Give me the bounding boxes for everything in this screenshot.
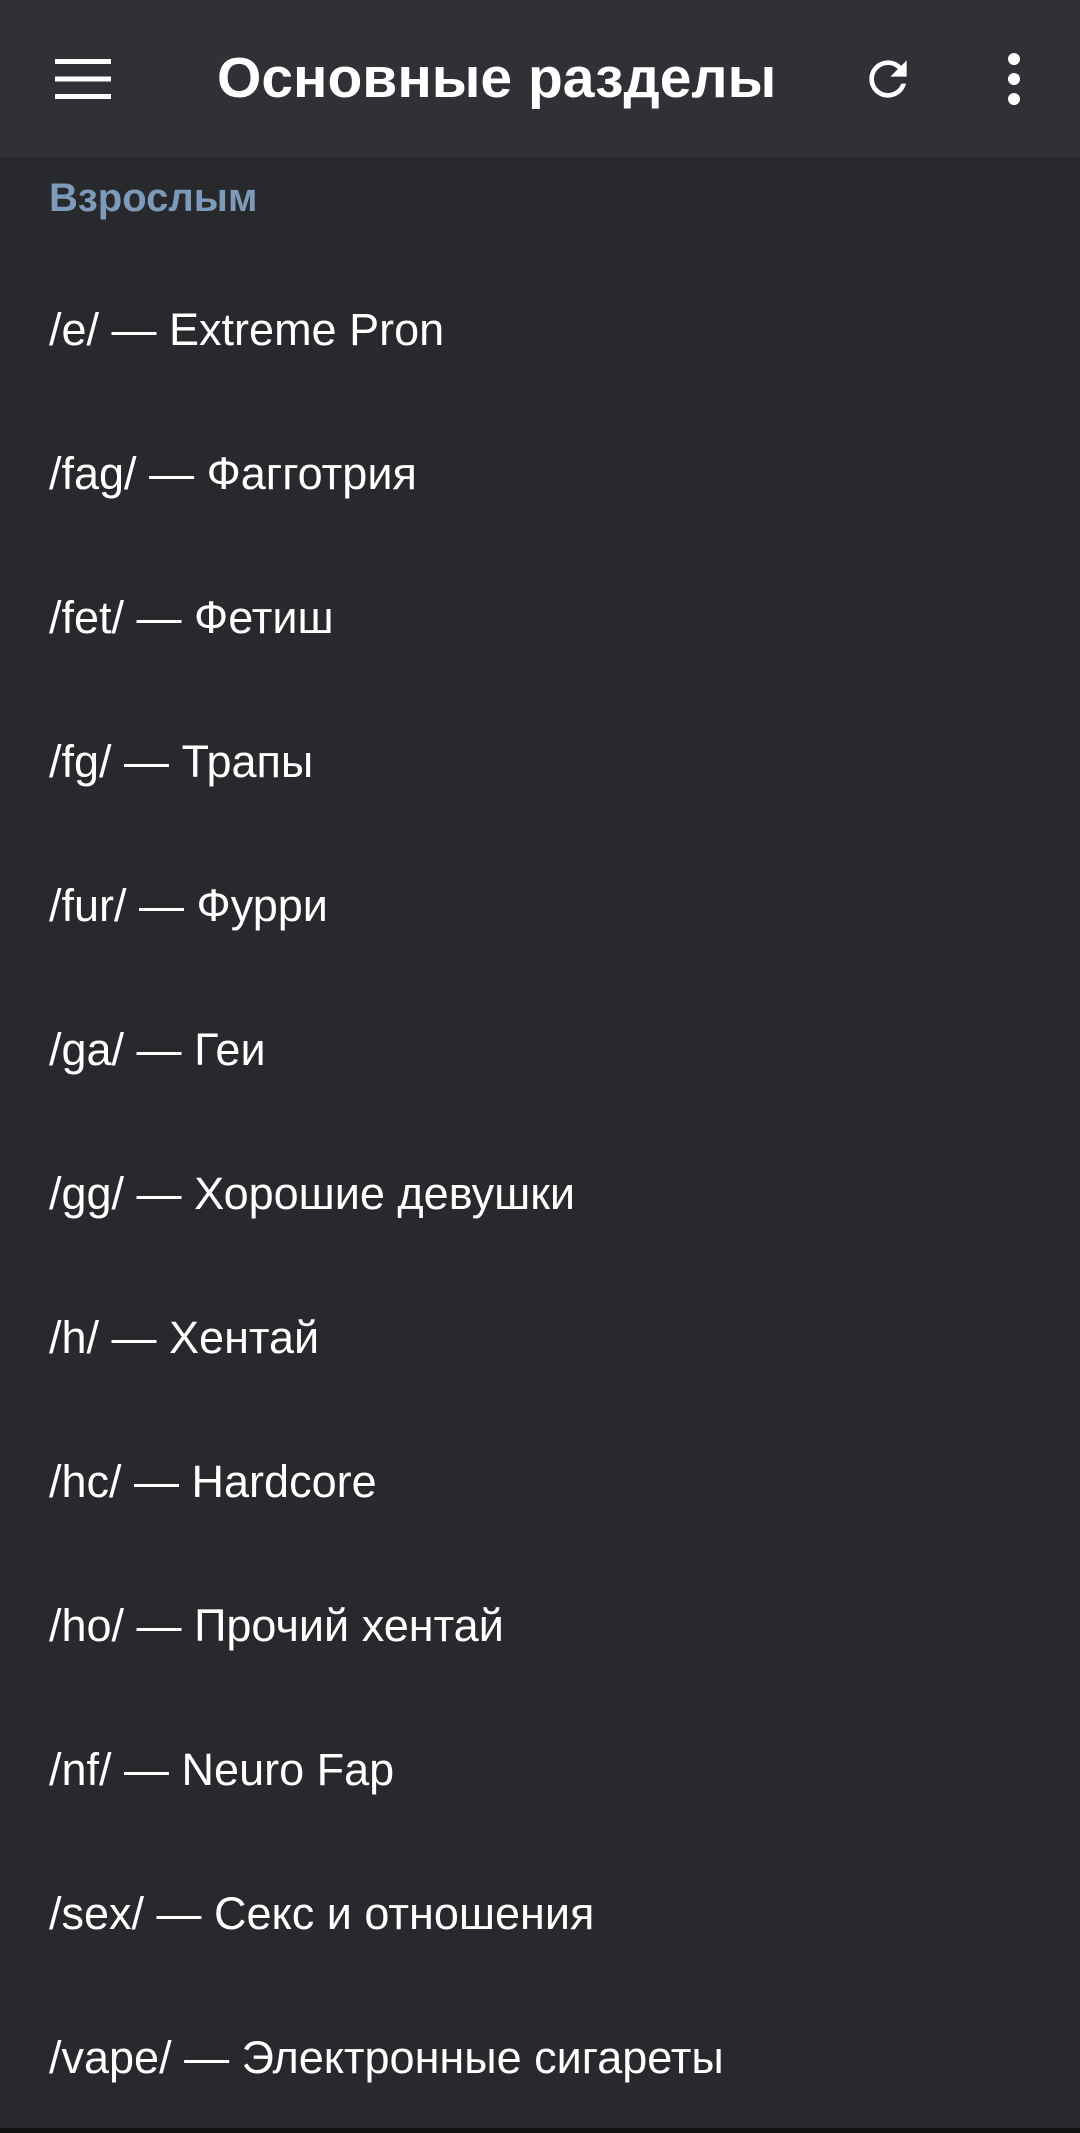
board-item-nf[interactable]: /nf/ — Neuro Fap bbox=[0, 1698, 1080, 1842]
app-screen: Основные разделы Взрослым /e/ — Extreme … bbox=[0, 0, 1080, 2133]
board-item-sex[interactable]: /sex/ — Секс и отношения bbox=[0, 1842, 1080, 1986]
board-item-vape[interactable]: /vape/ — Электронные сигареты bbox=[0, 1986, 1080, 2130]
more-options-button[interactable] bbox=[964, 0, 1064, 157]
board-item-fet[interactable]: /fet/ — Фетиш bbox=[0, 546, 1080, 690]
board-item-e[interactable]: /e/ — Extreme Pron bbox=[0, 258, 1080, 402]
board-item-ga[interactable]: /ga/ — Геи bbox=[0, 978, 1080, 1122]
board-item-h[interactable]: /h/ — Хентай bbox=[0, 1266, 1080, 1410]
board-item-ho[interactable]: /ho/ — Прочий хентай bbox=[0, 1554, 1080, 1698]
board-item-gg[interactable]: /gg/ — Хорошие девушки bbox=[0, 1122, 1080, 1266]
refresh-icon bbox=[869, 59, 907, 98]
board-item-hc[interactable]: /hc/ — Hardcore bbox=[0, 1410, 1080, 1554]
more-vertical-icon bbox=[1008, 52, 1020, 105]
menu-button[interactable] bbox=[33, 0, 133, 157]
board-list: /e/ — Extreme Pron /fag/ — Фагготрия /fe… bbox=[0, 258, 1080, 2130]
refresh-button[interactable] bbox=[838, 0, 938, 157]
system-navigation-bar bbox=[0, 2128, 1080, 2133]
board-item-fag[interactable]: /fag/ — Фагготрия bbox=[0, 402, 1080, 546]
top-app-bar: Основные разделы bbox=[0, 0, 1080, 157]
board-item-fur[interactable]: /fur/ — Фурри bbox=[0, 834, 1080, 978]
board-item-fg[interactable]: /fg/ — Трапы bbox=[0, 690, 1080, 834]
page-title: Основные разделы bbox=[217, 46, 777, 110]
section-header: Взрослым bbox=[49, 176, 258, 220]
hamburger-menu-icon bbox=[55, 58, 111, 99]
